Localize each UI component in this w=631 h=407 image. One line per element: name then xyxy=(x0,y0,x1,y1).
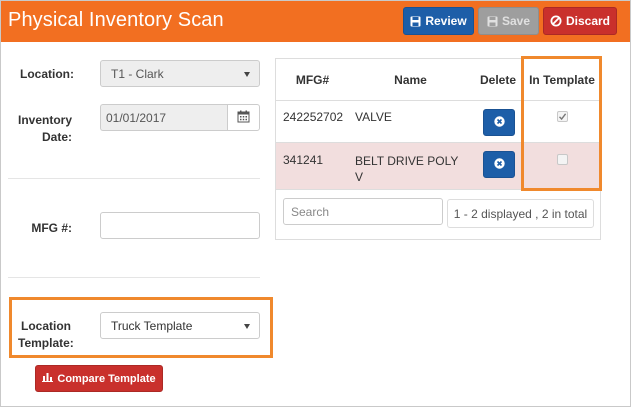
inventory-date-input[interactable]: 01/01/2017 xyxy=(100,104,227,131)
column-header-mfg: MFG# xyxy=(295,73,330,87)
compare-template-button[interactable]: Compare Template xyxy=(35,365,163,392)
inventory-date-value: 01/01/2017 xyxy=(106,110,167,125)
location-value: T1 - Clark xyxy=(111,66,164,81)
form-divider xyxy=(8,277,260,278)
save-label: Save xyxy=(501,14,531,28)
table-search-input[interactable]: Search xyxy=(283,198,443,225)
review-label: Review xyxy=(425,14,467,28)
save-disk-icon xyxy=(487,16,498,27)
compare-template-label: Compare Template xyxy=(57,372,156,385)
inventory-date-label-line1: Inventory xyxy=(17,113,72,127)
mfg-label: MFG #: xyxy=(31,221,72,235)
row2-name: BELT DRIVE POLY V xyxy=(355,154,459,184)
column-header-delete: Delete xyxy=(479,73,517,87)
delete-row-button[interactable] xyxy=(483,109,515,136)
save-button[interactable]: Save xyxy=(478,7,539,35)
review-button[interactable]: Review xyxy=(403,7,474,35)
template-highlight-box xyxy=(9,297,273,358)
inventory-date-label: Inventory Date: xyxy=(14,112,72,146)
close-circle-icon xyxy=(493,115,505,130)
inventory-date-label-line2: Date: xyxy=(41,130,72,144)
row1-mfg: 242252702 xyxy=(283,110,344,124)
location-select[interactable]: T1 - Clark xyxy=(100,60,260,87)
form-divider xyxy=(8,178,260,179)
discard-label: Discard xyxy=(565,14,611,28)
chevron-down-icon xyxy=(244,72,250,77)
discard-button[interactable]: Discard xyxy=(543,7,617,35)
row1-name: VALVE xyxy=(355,110,392,124)
page-title: Physical Inventory Scan xyxy=(8,9,224,31)
save-disk-icon xyxy=(410,16,421,27)
search-placeholder: Search xyxy=(291,204,330,219)
calendar-button[interactable] xyxy=(227,104,260,131)
bar-chart-icon xyxy=(42,372,54,385)
location-label: Location: xyxy=(20,67,74,81)
calendar-icon xyxy=(237,110,250,126)
row2-mfg: 341241 xyxy=(283,153,324,167)
ban-icon xyxy=(550,15,562,27)
close-circle-icon xyxy=(493,157,505,172)
mfg-input[interactable] xyxy=(100,212,260,239)
in-template-highlight-box xyxy=(521,56,602,191)
pagination-status: 1 - 2 displayed , 2 in total xyxy=(447,199,594,228)
pagination-text: 1 - 2 displayed , 2 in total xyxy=(453,206,588,221)
column-header-name: Name xyxy=(394,73,427,87)
delete-row-button[interactable] xyxy=(483,151,515,178)
